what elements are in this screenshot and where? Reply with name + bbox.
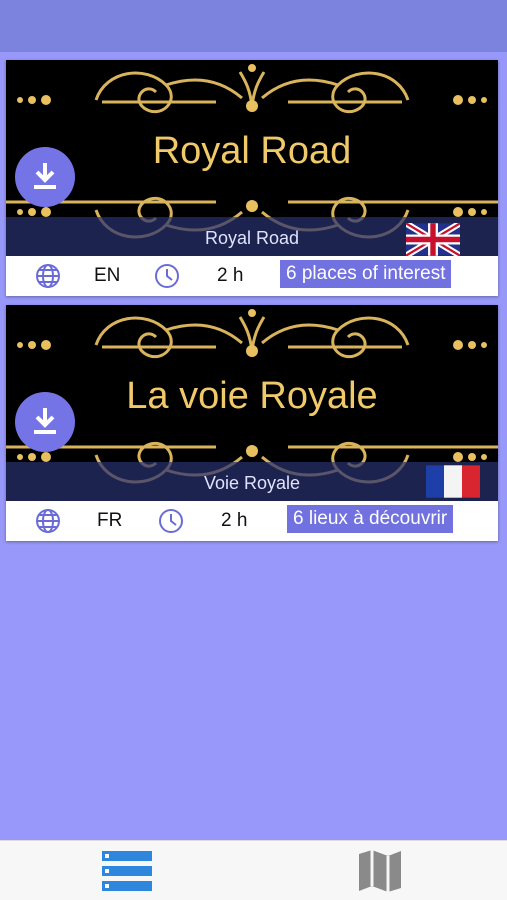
language-code: FR	[97, 510, 123, 531]
globe-icon	[36, 509, 60, 533]
france-flag-icon	[426, 465, 480, 498]
download-icon	[34, 408, 56, 434]
navigation-bar	[0, 0, 507, 52]
download-button[interactable]	[15, 147, 75, 207]
download-icon	[34, 163, 56, 189]
banner-title: Royal Road	[152, 130, 352, 172]
places-badge: 6 lieux à découvrir	[287, 505, 454, 533]
clock-icon	[159, 509, 183, 533]
tour-info-bar: FR 2 h 6 lieux à découvrir	[6, 501, 498, 541]
duration: 2 h	[217, 265, 244, 286]
duration: 2 h	[221, 510, 248, 531]
list-icon[interactable]	[102, 851, 152, 891]
tour-card-royal-road[interactable]: Royal Road Royal Road EN 2 h 6 places of…	[6, 60, 498, 296]
tour-subtitle: Voie Royale	[203, 473, 301, 493]
map-icon[interactable]	[357, 848, 403, 894]
globe-icon	[36, 264, 60, 288]
clock-icon	[155, 264, 179, 288]
banner-title: La voie Royale	[126, 375, 378, 417]
places-badge: 6 places of interest	[280, 260, 452, 288]
tour-info-bar: EN 2 h 6 places of interest	[6, 256, 498, 296]
uk-flag-icon	[406, 223, 460, 256]
language-code: EN	[94, 265, 121, 286]
tour-banner[interactable]: La voie Royale Voie Royale	[6, 305, 498, 501]
tour-card-voie-royale[interactable]: La voie Royale Voie Royale FR 2 h 6 lieu…	[6, 305, 498, 541]
tour-banner[interactable]: Royal Road Royal Road	[6, 60, 498, 256]
tab-bar	[0, 840, 507, 900]
download-button[interactable]	[15, 392, 75, 452]
